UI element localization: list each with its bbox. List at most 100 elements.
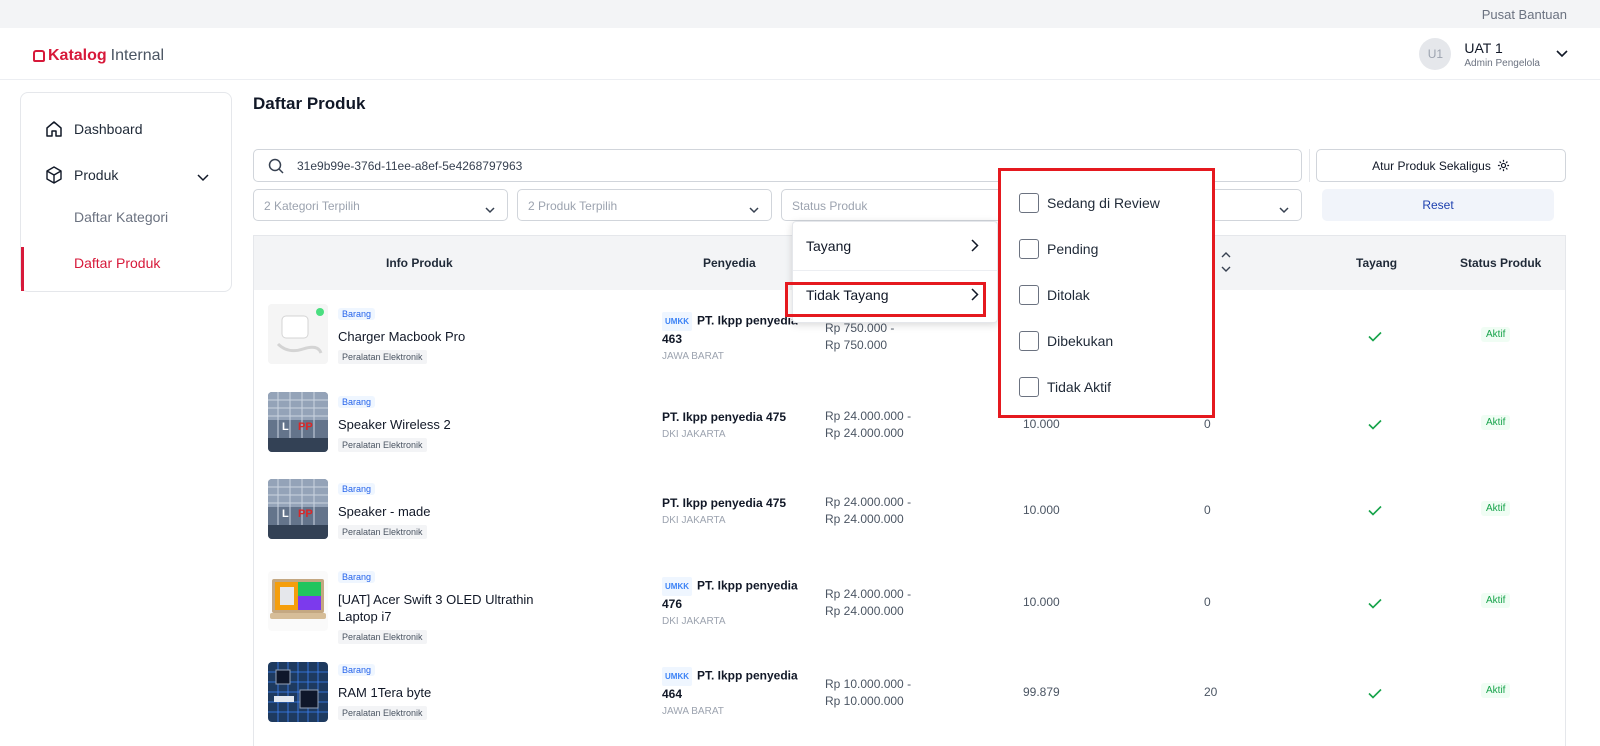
stock-value: 10.000 xyxy=(1023,417,1060,431)
check-icon xyxy=(1368,503,1382,521)
product-category: Peralatan Elektronik xyxy=(338,438,427,452)
sidebar-item-produk[interactable]: Produk xyxy=(21,152,231,198)
highlight-box xyxy=(785,282,986,317)
vendor-info: UMKK PT. Ikpp penyedia 463 JAWA BARAT xyxy=(662,312,812,362)
price-range: Rp 10.000.000 - Rp 10.000.000 xyxy=(825,676,911,710)
price-min: Rp 24.000.000 - xyxy=(825,495,912,509)
vendor-location: JAWA BARAT xyxy=(662,351,724,362)
divider xyxy=(1309,149,1310,182)
user-menu[interactable]: U1 UAT 1 Admin Pengelola xyxy=(1419,38,1568,70)
product-image-ram xyxy=(268,662,328,722)
box-icon xyxy=(45,166,63,187)
checkbox[interactable] xyxy=(1019,193,1039,213)
sidebar-item-label: Produk xyxy=(74,167,119,183)
product-name[interactable]: RAM 1Tera byte xyxy=(338,684,548,701)
option-pending[interactable]: Pending xyxy=(1019,239,1098,259)
vendor-location: DKI JAKARTA xyxy=(662,429,726,440)
check-icon xyxy=(1368,596,1382,614)
price-max: Rp 10.000.000 xyxy=(825,694,904,708)
product-type-badge: Barang xyxy=(338,308,376,320)
chevron-right-icon xyxy=(971,239,979,255)
user-name: UAT 1 xyxy=(1464,39,1503,56)
header-penyedia: Penyedia xyxy=(703,256,756,270)
sort-icon[interactable] xyxy=(1221,251,1231,278)
search-value: 31e9b99e-376d-11ee-a8ef-5e4268797963 xyxy=(297,159,523,173)
svg-text:PP: PP xyxy=(298,508,313,520)
price-min: Rp 24.000.000 - xyxy=(825,409,912,423)
table-row[interactable]: Barang RAM 1Tera byte Peralatan Elektron… xyxy=(254,651,1565,739)
product-type-badge: Barang xyxy=(338,664,376,676)
bulk-edit-button[interactable]: Atur Produk Sekaligus xyxy=(1316,149,1566,182)
home-icon xyxy=(45,120,63,141)
product-image-speaker: L PP xyxy=(268,392,328,452)
vendor-name: UMKK PT. Ikpp penyedia 464 xyxy=(662,667,812,703)
svg-text:L: L xyxy=(282,508,289,520)
product-image-charger xyxy=(268,304,328,364)
product-category: Peralatan Elektronik xyxy=(338,706,427,720)
checkbox[interactable] xyxy=(1019,377,1039,397)
status-select-value: Status Produk xyxy=(792,199,868,213)
product-category: Peralatan Elektronik xyxy=(338,525,427,539)
vendor-location: DKI JAKARTA xyxy=(662,616,726,627)
table-row[interactable]: L PP Barang Speaker Wireless 2 Peralatan … xyxy=(254,382,1565,470)
svg-text:PP: PP xyxy=(298,421,313,433)
sidebar-item-daftar-produk[interactable]: Daftar Produk xyxy=(74,255,160,271)
vendor-info: PT. Ikpp penyedia 475 DKI JAKARTA xyxy=(662,409,812,440)
option-tidak-aktif[interactable]: Tidak Aktif xyxy=(1019,377,1111,397)
table-row[interactable]: L PP Barang Speaker - made Peralatan Elek… xyxy=(254,469,1565,557)
chevron-down-icon[interactable] xyxy=(197,169,209,185)
divider xyxy=(793,270,997,271)
price-max: Rp 24.000.000 xyxy=(825,604,904,618)
category-select[interactable]: 2 Kategori Terpilih xyxy=(253,189,508,221)
help-center-link[interactable]: Pusat Bantuan xyxy=(1482,7,1567,22)
search-icon xyxy=(268,158,284,179)
price-min: Rp 24.000.000 - xyxy=(825,587,912,601)
sold-value: 0 xyxy=(1204,417,1211,431)
menu-item-tayang[interactable]: Tayang xyxy=(793,223,997,269)
chevron-down-icon xyxy=(749,201,759,219)
checkbox[interactable] xyxy=(1019,239,1039,259)
sidebar: Dashboard Produk Daftar Kategori Daftar … xyxy=(20,92,232,292)
chevron-down-icon xyxy=(1279,201,1289,219)
vendor-info: UMKK PT. Ikpp penyedia 464 JAWA BARAT xyxy=(662,667,812,717)
chevron-down-icon xyxy=(485,201,495,219)
check-icon xyxy=(1368,417,1382,435)
option-dibekukan[interactable]: Dibekukan xyxy=(1019,331,1113,351)
checkbox[interactable] xyxy=(1019,285,1039,305)
header-info-produk: Info Produk xyxy=(386,256,453,270)
product-type-badge: Barang xyxy=(338,483,376,495)
price-min: Rp 10.000.000 - xyxy=(825,677,912,691)
product-select-value: 2 Produk Terpilih xyxy=(528,199,618,213)
avatar: U1 xyxy=(1419,38,1452,70)
sold-value: 0 xyxy=(1204,503,1211,517)
stock-value: 99.879 xyxy=(1023,685,1060,699)
chevron-down-icon[interactable] xyxy=(1556,45,1568,63)
product-name[interactable]: Speaker - made xyxy=(338,503,548,520)
product-name[interactable]: Charger Macbook Pro xyxy=(338,328,548,345)
product-category: Peralatan Elektronik xyxy=(338,630,427,644)
page-title: Daftar Produk xyxy=(253,94,366,113)
option-label: Tidak Aktif xyxy=(1047,379,1112,395)
sidebar-item-dashboard[interactable]: Dashboard xyxy=(21,106,231,152)
sidebar-item-daftar-kategori[interactable]: Daftar Kategori xyxy=(74,209,168,225)
product-info: Barang [UAT] Acer Swift 3 OLED Ultrathin… xyxy=(338,567,548,645)
bulk-edit-label: Atur Produk Sekaligus xyxy=(1372,158,1491,173)
vendor-location: DKI JAKARTA xyxy=(662,515,726,526)
app-logo[interactable]: Katalog Internal xyxy=(33,47,164,65)
option-ditolak[interactable]: Ditolak xyxy=(1019,285,1090,305)
option-sedang-di-review[interactable]: Sedang di Review xyxy=(1019,193,1160,213)
product-name[interactable]: [UAT] Acer Swift 3 OLED Ultrathin Laptop… xyxy=(338,591,548,625)
table-row[interactable]: Barang [UAT] Acer Swift 3 OLED Ultrathin… xyxy=(254,555,1565,651)
option-label: Pending xyxy=(1047,241,1099,257)
vendor-name: UMKK PT. Ikpp penyedia 476 xyxy=(662,577,812,613)
product-category: Peralatan Elektronik xyxy=(338,350,427,364)
reset-button[interactable]: Reset xyxy=(1322,189,1554,221)
logo-sub: Internal xyxy=(110,47,165,64)
bag-icon xyxy=(33,50,45,62)
price-range: Rp 24.000.000 - Rp 24.000.000 xyxy=(825,494,911,528)
checkbox[interactable] xyxy=(1019,331,1039,351)
product-select[interactable]: 2 Produk Terpilih xyxy=(517,189,772,221)
price-range: Rp 24.000.000 - Rp 24.000.000 xyxy=(825,408,911,442)
status-badge: Aktif xyxy=(1481,415,1511,430)
product-name[interactable]: Speaker Wireless 2 xyxy=(338,416,548,433)
